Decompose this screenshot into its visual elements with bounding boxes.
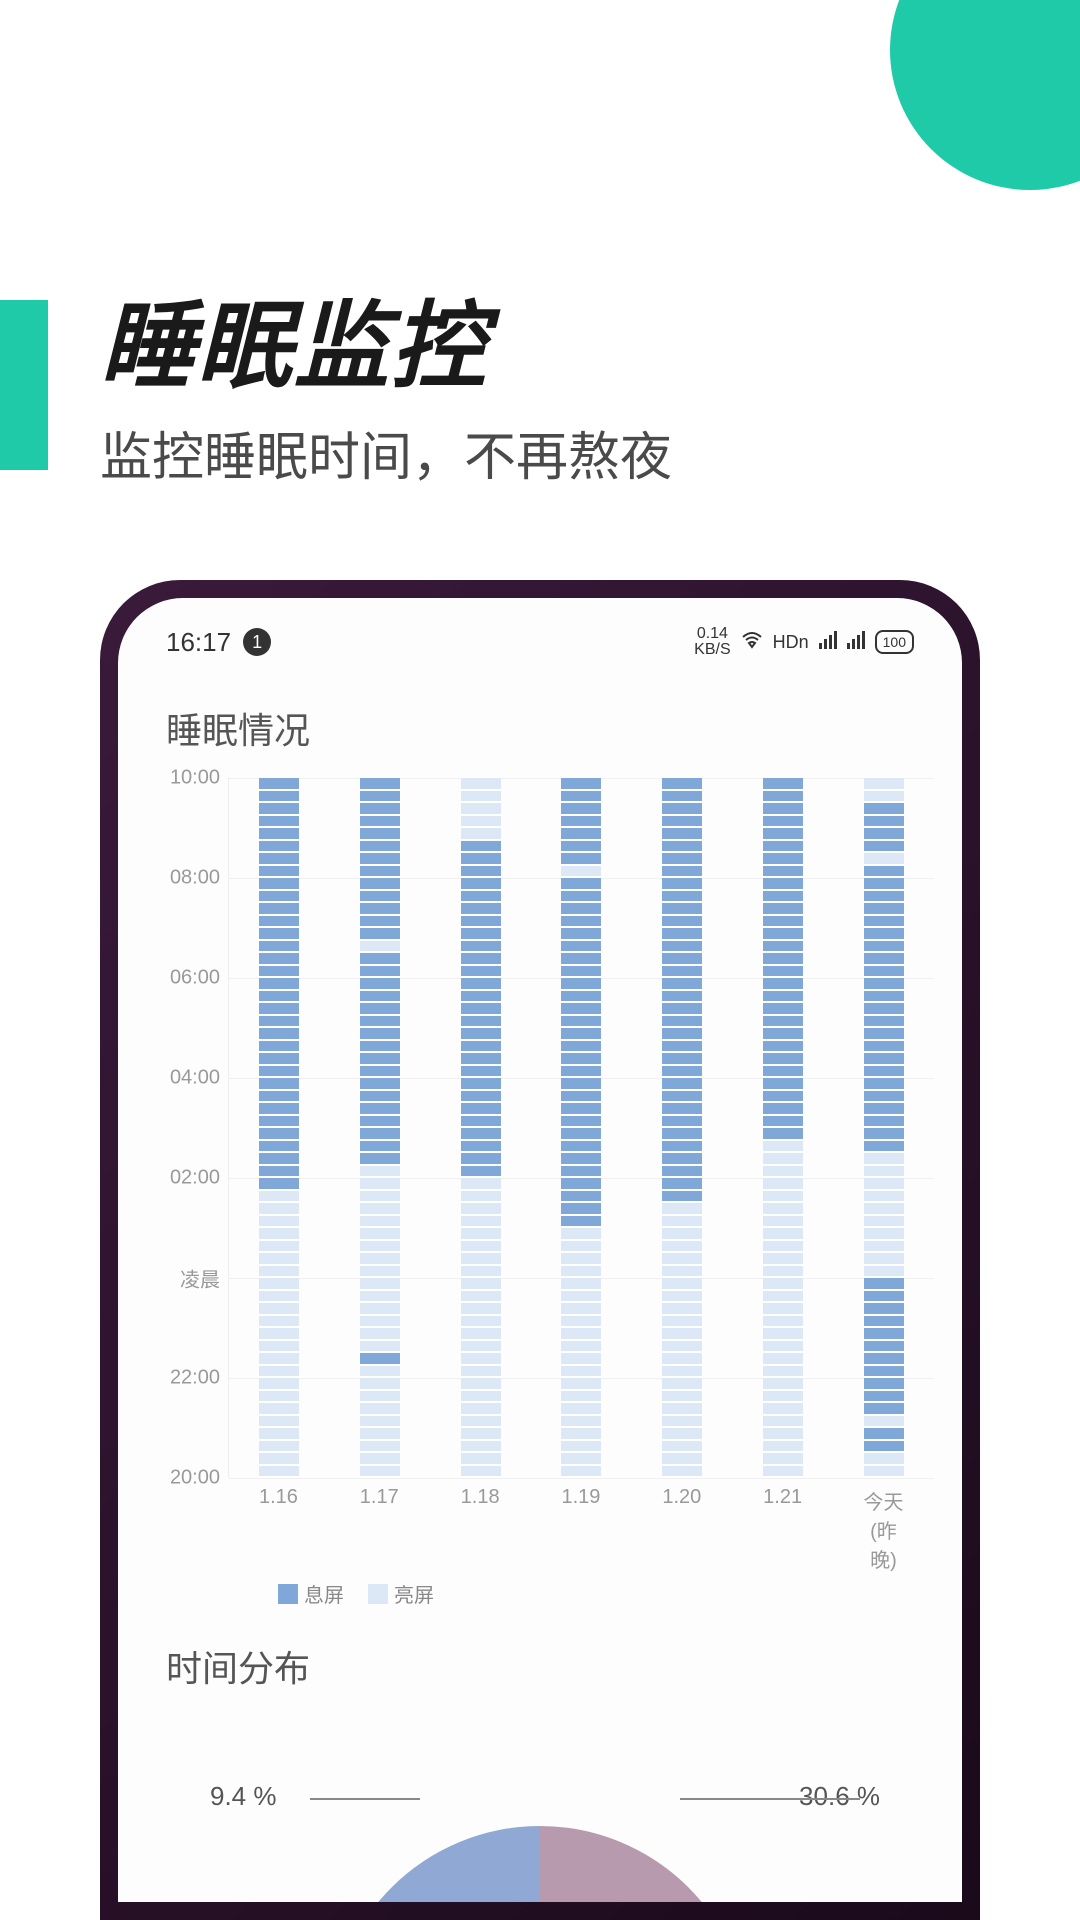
- day-column[interactable]: [763, 778, 803, 1478]
- x-tick: 1.19: [556, 1486, 606, 1573]
- y-tick: 22:00: [170, 1367, 220, 1390]
- plot-area: [228, 778, 934, 1478]
- x-tick: 今天(昨晚): [858, 1486, 908, 1573]
- wifi-icon: [741, 631, 763, 654]
- pie-leader-1: [310, 1798, 420, 1800]
- legend: 息屏 亮屏: [158, 1579, 934, 1608]
- day-column[interactable]: [561, 778, 601, 1478]
- y-tick: 08:00: [170, 867, 220, 890]
- hero-title: 睡眠监控: [100, 270, 488, 407]
- pie-pct-iqiyi: 9.4 %: [210, 1781, 277, 1812]
- legend-label-off: 息屏: [304, 1579, 344, 1608]
- x-tick: 1.17: [354, 1486, 404, 1573]
- status-bar: 16:17 1 0.14KB/S HDn 100: [118, 598, 962, 670]
- signal-icon-1: [819, 631, 837, 654]
- x-tick: 1.21: [758, 1486, 808, 1573]
- x-tick: 1.20: [657, 1486, 707, 1573]
- signal-icon-2: [847, 631, 865, 654]
- legend-swatch-off: [278, 1584, 298, 1604]
- y-tick: 20:00: [170, 1467, 220, 1490]
- day-column[interactable]: [360, 778, 400, 1478]
- day-column[interactable]: [864, 778, 904, 1478]
- sleep-section-title: 睡眠情况: [118, 670, 962, 778]
- phone-screen: 16:17 1 0.14KB/S HDn 100 睡眠情况: [118, 598, 962, 1902]
- status-time: 16:17: [166, 627, 231, 658]
- y-tick: 04:00: [170, 1067, 220, 1090]
- day-column[interactable]: [461, 778, 501, 1478]
- y-tick: 02:00: [170, 1167, 220, 1190]
- pie-leader-2: [680, 1798, 860, 1800]
- y-tick: 10:00: [170, 767, 220, 790]
- corner-accent: [890, 0, 1080, 190]
- day-column[interactable]: [259, 778, 299, 1478]
- hero-subtitle: 监控睡眠时间，不再熬夜: [100, 415, 672, 490]
- phone-frame: 16:17 1 0.14KB/S HDn 100 睡眠情况: [100, 580, 980, 1920]
- net-speed: 0.14KB/S: [694, 626, 730, 658]
- x-tick: 1.18: [455, 1486, 505, 1573]
- pie-pct-other: 30.6 %: [799, 1781, 880, 1812]
- x-tick: 1.16: [253, 1486, 303, 1573]
- side-accent: [0, 300, 48, 470]
- y-axis: 10:0008:0006:0004:0002:00凌晨22:0020:00: [158, 778, 228, 1478]
- legend-label-on: 亮屏: [394, 1579, 434, 1608]
- day-column[interactable]: [662, 778, 702, 1478]
- sleep-chart[interactable]: 10:0008:0006:0004:0002:00凌晨22:0020:00 1.…: [118, 778, 962, 1608]
- legend-swatch-on: [368, 1584, 388, 1604]
- y-tick: 06:00: [170, 967, 220, 990]
- time-dist-title: 时间分布: [118, 1608, 962, 1716]
- battery-icon: 100: [875, 630, 914, 654]
- hd-icon: HDn: [773, 632, 809, 653]
- y-tick: 凌晨: [180, 1264, 220, 1293]
- notification-badge: 1: [243, 628, 271, 656]
- pie-chart[interactable]: 9.4 % 爱奇艺 30.6 % 其它: [118, 1716, 962, 1902]
- pie-label-iqiyi: 爱奇艺: [430, 1896, 502, 1902]
- x-axis: 1.16 1.17 1.18 1.19 1.20 1.21 今天(昨晚): [158, 1486, 934, 1573]
